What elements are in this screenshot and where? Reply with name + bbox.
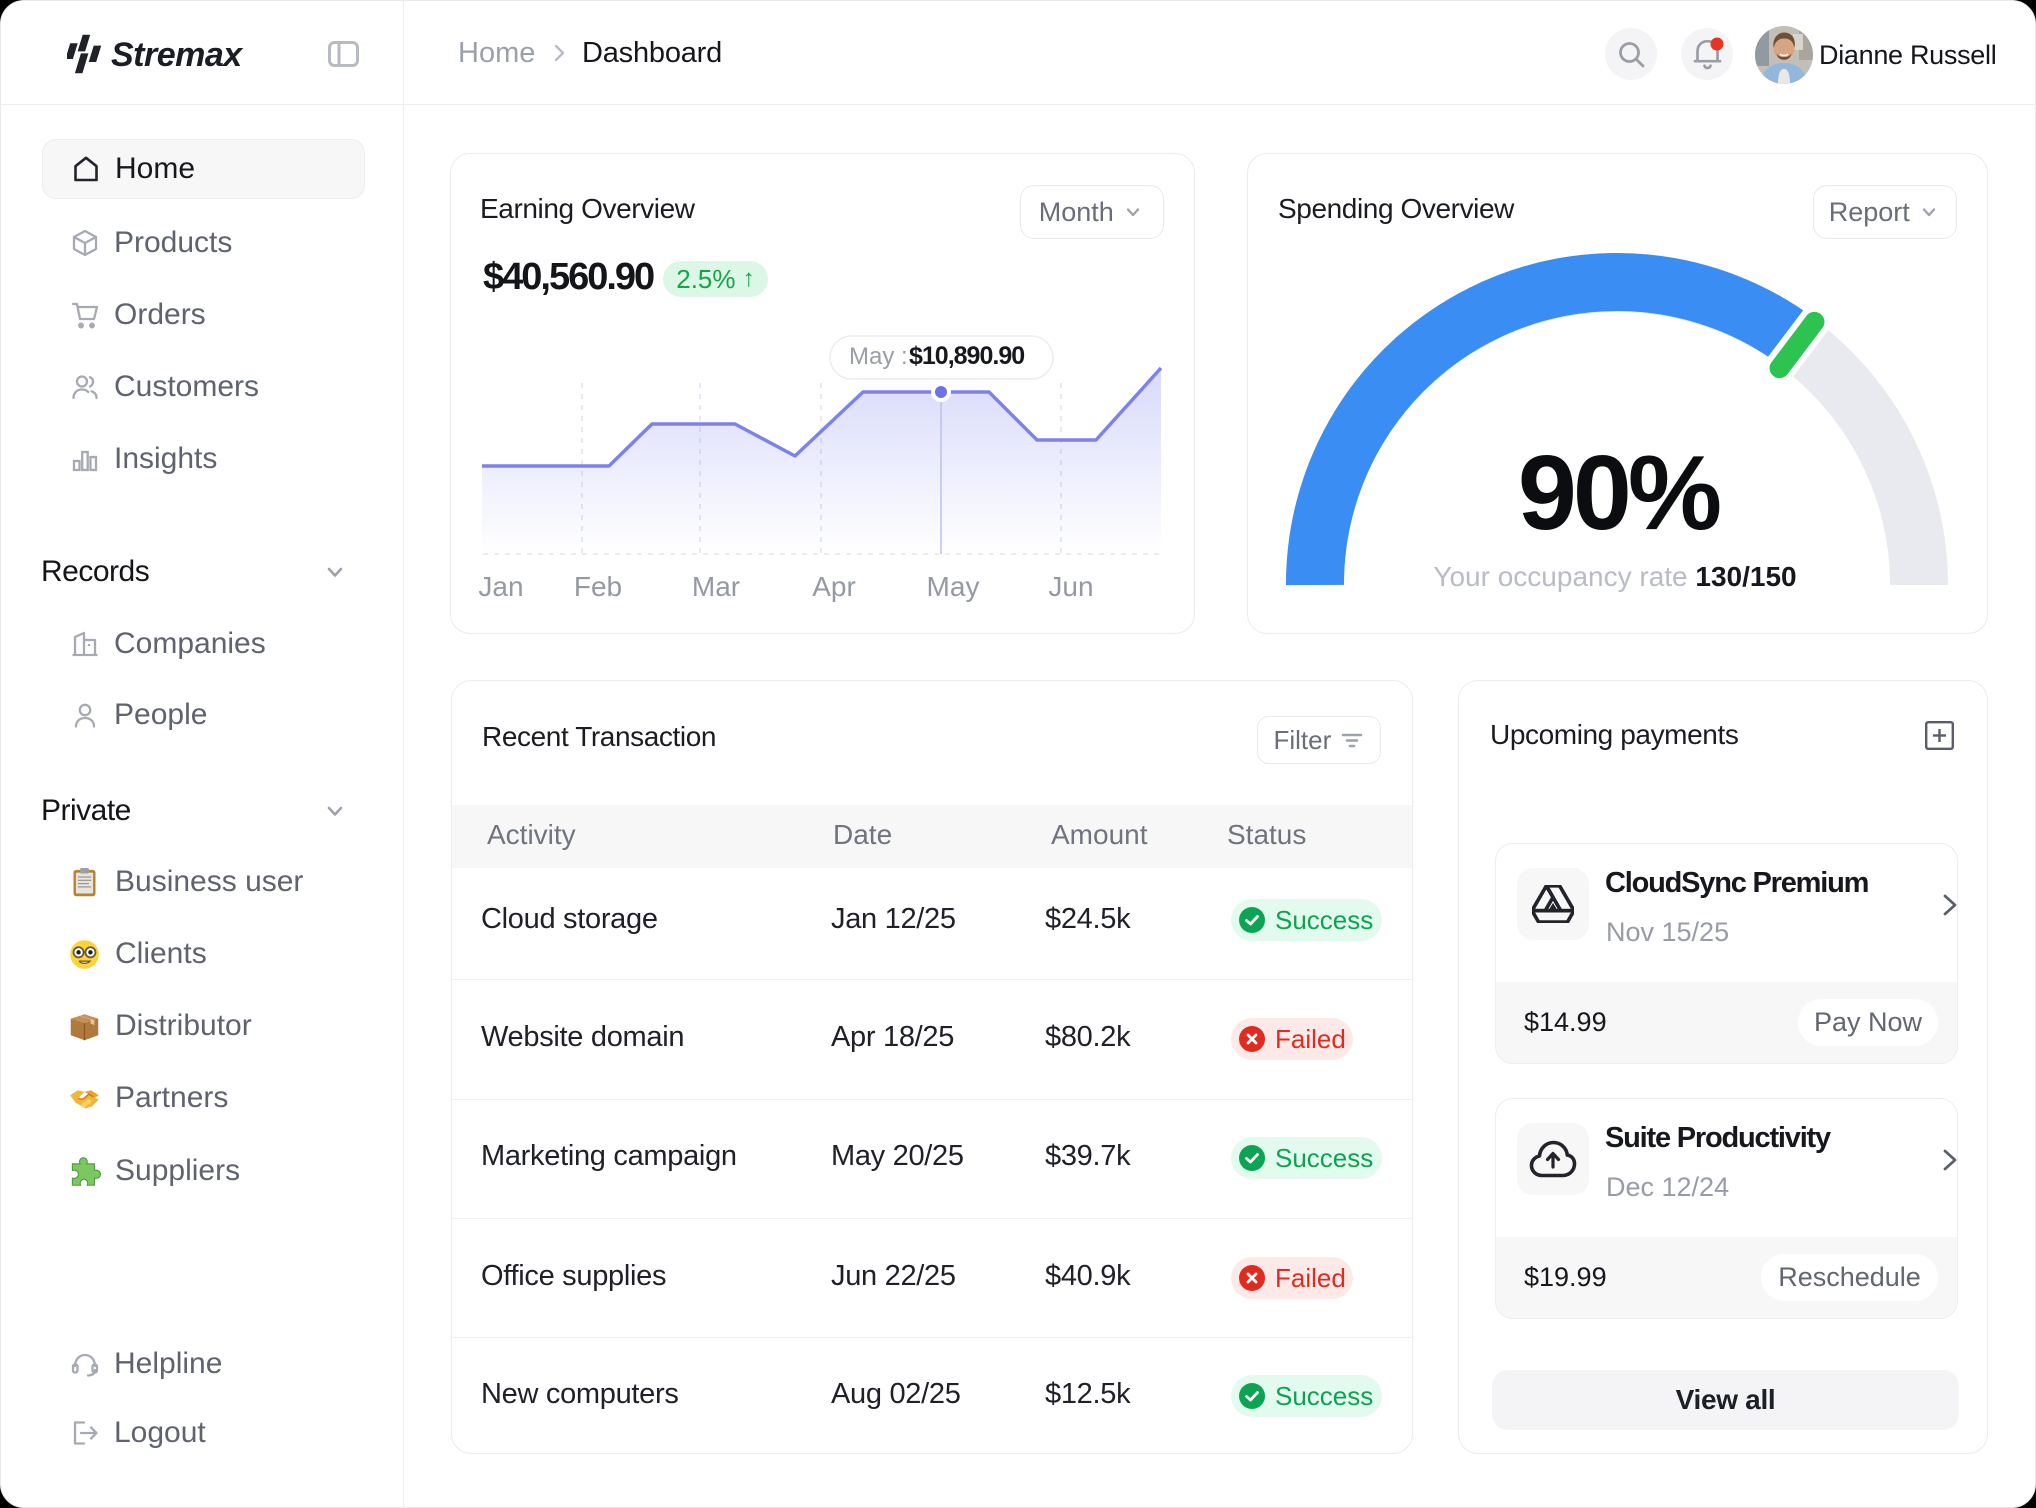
- svg-text:May :: May :: [849, 343, 908, 370]
- svg-text:Feb: Feb: [574, 571, 622, 602]
- svg-text:Jan: Jan: [478, 571, 523, 602]
- svg-text:90%: 90%: [1518, 434, 1720, 552]
- svg-text:$10,890.90: $10,890.90: [909, 342, 1024, 370]
- svg-text:Apr: Apr: [812, 571, 856, 602]
- svg-text:Your occupancy rate 130/150: Your occupancy rate 130/150: [1433, 561, 1796, 592]
- svg-text:Mar: Mar: [692, 571, 740, 602]
- svg-text:May: May: [927, 571, 980, 602]
- svg-text:Jun: Jun: [1048, 571, 1093, 602]
